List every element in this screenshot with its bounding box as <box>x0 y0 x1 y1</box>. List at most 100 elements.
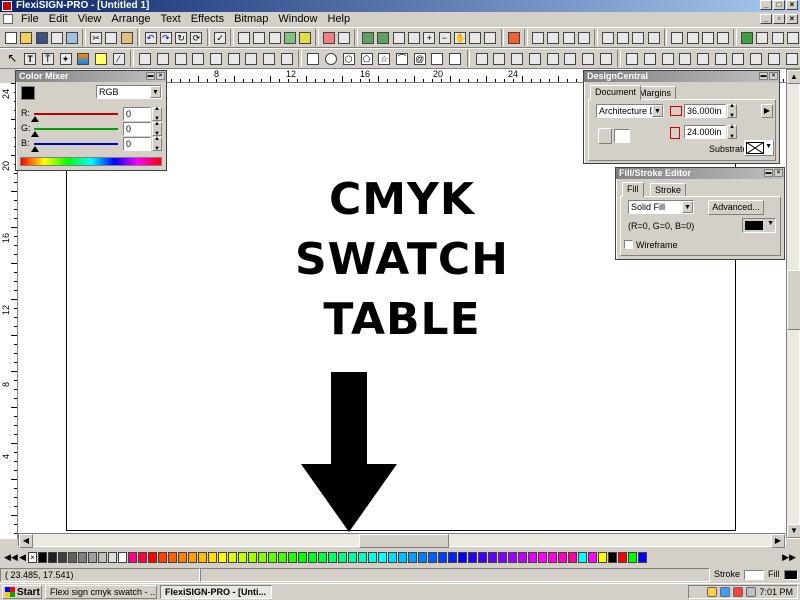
menu-effects[interactable]: Effects <box>186 12 229 27</box>
arrange-1-icon[interactable] <box>473 50 490 67</box>
zoom-fit-icon[interactable] <box>468 29 482 46</box>
doc-close-button[interactable]: × <box>786 14 798 24</box>
tab-document[interactable]: Document <box>590 85 642 100</box>
production-manager-icon[interactable] <box>507 29 521 46</box>
layers-icon[interactable] <box>252 29 266 46</box>
color-swatch[interactable] <box>218 551 227 563</box>
shape-9-icon[interactable] <box>447 50 464 67</box>
output-icon[interactable] <box>65 29 79 46</box>
color-model-select[interactable]: RGB ▼ <box>96 85 162 99</box>
color-swatch[interactable] <box>608 551 617 563</box>
color-swatch[interactable] <box>78 551 87 563</box>
horizontal-scroll-thumb[interactable] <box>359 534 449 548</box>
start-button[interactable]: Start <box>2 585 42 599</box>
align-left-icon[interactable] <box>531 29 545 46</box>
grid-icon[interactable] <box>267 29 281 46</box>
page-width-spinner[interactable] <box>727 103 737 119</box>
color-swatch[interactable] <box>268 551 277 563</box>
preview-icon[interactable] <box>337 29 351 46</box>
color-swatch[interactable] <box>198 551 207 563</box>
taskbar-item-browser[interactable]: Flexi sign cmyk swatch - ... <box>45 585 157 599</box>
break-apart-icon[interactable] <box>716 29 730 46</box>
color-swatch[interactable] <box>258 551 267 563</box>
horizontal-scrollbar[interactable]: ◀ ▶ <box>18 533 786 548</box>
panel-close-button[interactable]: × <box>774 169 783 177</box>
taskbar-item-flexisign[interactable]: FlexiSIGN-PRO - [Unti... <box>160 585 272 599</box>
blue-slider-track[interactable] <box>34 143 118 145</box>
cut-icon[interactable]: ✂ <box>89 29 103 46</box>
design-central-icon[interactable] <box>237 29 251 46</box>
blue-slider-thumb[interactable] <box>31 146 39 152</box>
align-top-icon[interactable] <box>577 29 591 46</box>
transform-4-icon[interactable] <box>190 50 207 67</box>
green-slider-thumb[interactable] <box>31 131 39 137</box>
shield-icon[interactable] <box>707 587 718 597</box>
red-slider-thumb[interactable] <box>31 116 39 122</box>
spellcheck-icon[interactable]: ✓ <box>213 29 227 46</box>
color-swatch[interactable] <box>238 551 247 563</box>
panel-minimize-button[interactable]: ▬ <box>759 72 768 80</box>
fill-stroke-icon[interactable] <box>283 29 297 46</box>
distribute-1-icon[interactable] <box>601 29 615 46</box>
color-swatch[interactable] <box>348 551 357 563</box>
view-mode-2-icon[interactable] <box>376 29 390 46</box>
color-mixer-title-bar[interactable]: Color Mixer ▬ × <box>16 71 166 82</box>
landscape-orientation-button[interactable] <box>614 129 630 143</box>
arrange-4-icon[interactable] <box>526 50 543 67</box>
design-central-title-bar[interactable]: DesignCentral ▬ × <box>584 71 779 82</box>
menu-arrange[interactable]: Arrange <box>106 12 155 27</box>
text-align-6-icon[interactable] <box>712 50 729 67</box>
color-swatch[interactable] <box>68 551 77 563</box>
paste-icon[interactable] <box>120 29 134 46</box>
color-swatch[interactable] <box>398 551 407 563</box>
stroke-swatch[interactable] <box>744 570 765 580</box>
blue-value-input[interactable]: 0 <box>123 137 151 151</box>
page-size-select[interactable]: Architecture D ▼ <box>596 104 664 118</box>
color-swatch[interactable] <box>58 551 67 563</box>
network-icon[interactable] <box>720 587 731 597</box>
color-swatch[interactable] <box>588 551 597 563</box>
minimize-button[interactable]: _ <box>760 0 772 10</box>
doc-restore-button[interactable]: ▫ <box>773 14 785 24</box>
color-swatch[interactable] <box>508 551 517 563</box>
scroll-down-button[interactable]: ▼ <box>787 524 800 538</box>
no-color-swatch[interactable]: × <box>28 551 37 563</box>
panel-close-button[interactable]: × <box>156 72 165 80</box>
fill-type-select[interactable]: Solid Fill ▼ <box>628 200 694 214</box>
menu-file[interactable]: File <box>16 12 44 27</box>
color-swatch[interactable] <box>488 551 497 563</box>
transform-2-icon[interactable] <box>155 50 172 67</box>
star-tool-icon[interactable]: ☆ <box>376 50 393 67</box>
color-swatch[interactable] <box>98 551 107 563</box>
color-swatch[interactable] <box>108 551 117 563</box>
text-align-1-icon[interactable] <box>624 50 641 67</box>
pan-hand-icon[interactable]: ✋ <box>453 29 467 46</box>
color-swatch[interactable] <box>338 551 347 563</box>
app-icon[interactable] <box>2 1 12 11</box>
color-swatch[interactable] <box>598 551 607 563</box>
distribute-4-icon[interactable] <box>646 29 660 46</box>
volume-icon[interactable] <box>746 587 757 597</box>
transform-3-icon[interactable] <box>172 50 189 67</box>
panel-close-button[interactable]: × <box>769 72 778 80</box>
color-swatch[interactable] <box>88 551 97 563</box>
color-swatch[interactable] <box>48 551 57 563</box>
fill-color-picker[interactable]: ▼ <box>742 218 776 233</box>
color-swatch[interactable] <box>478 551 487 563</box>
color-swatch[interactable] <box>498 551 507 563</box>
color-swatch[interactable] <box>168 551 177 563</box>
menu-bitmap[interactable]: Bitmap <box>229 12 273 27</box>
arrange-8-icon[interactable] <box>597 50 614 67</box>
color-swatch[interactable] <box>288 551 297 563</box>
transform-7-icon[interactable] <box>243 50 260 67</box>
select-arrow-icon[interactable]: ↖ <box>4 50 21 67</box>
zoom-lens-icon[interactable] <box>322 29 336 46</box>
chevron-down-icon[interactable]: ▼ <box>150 86 161 98</box>
shape-8-icon[interactable] <box>429 50 446 67</box>
text-align-4-icon[interactable] <box>677 50 694 67</box>
tab-fill[interactable]: Fill <box>622 182 644 197</box>
transform-8-icon[interactable] <box>261 50 278 67</box>
color-swatch[interactable] <box>638 551 647 563</box>
view-mode-4-icon[interactable] <box>407 29 421 46</box>
color-swatch[interactable] <box>358 551 367 563</box>
